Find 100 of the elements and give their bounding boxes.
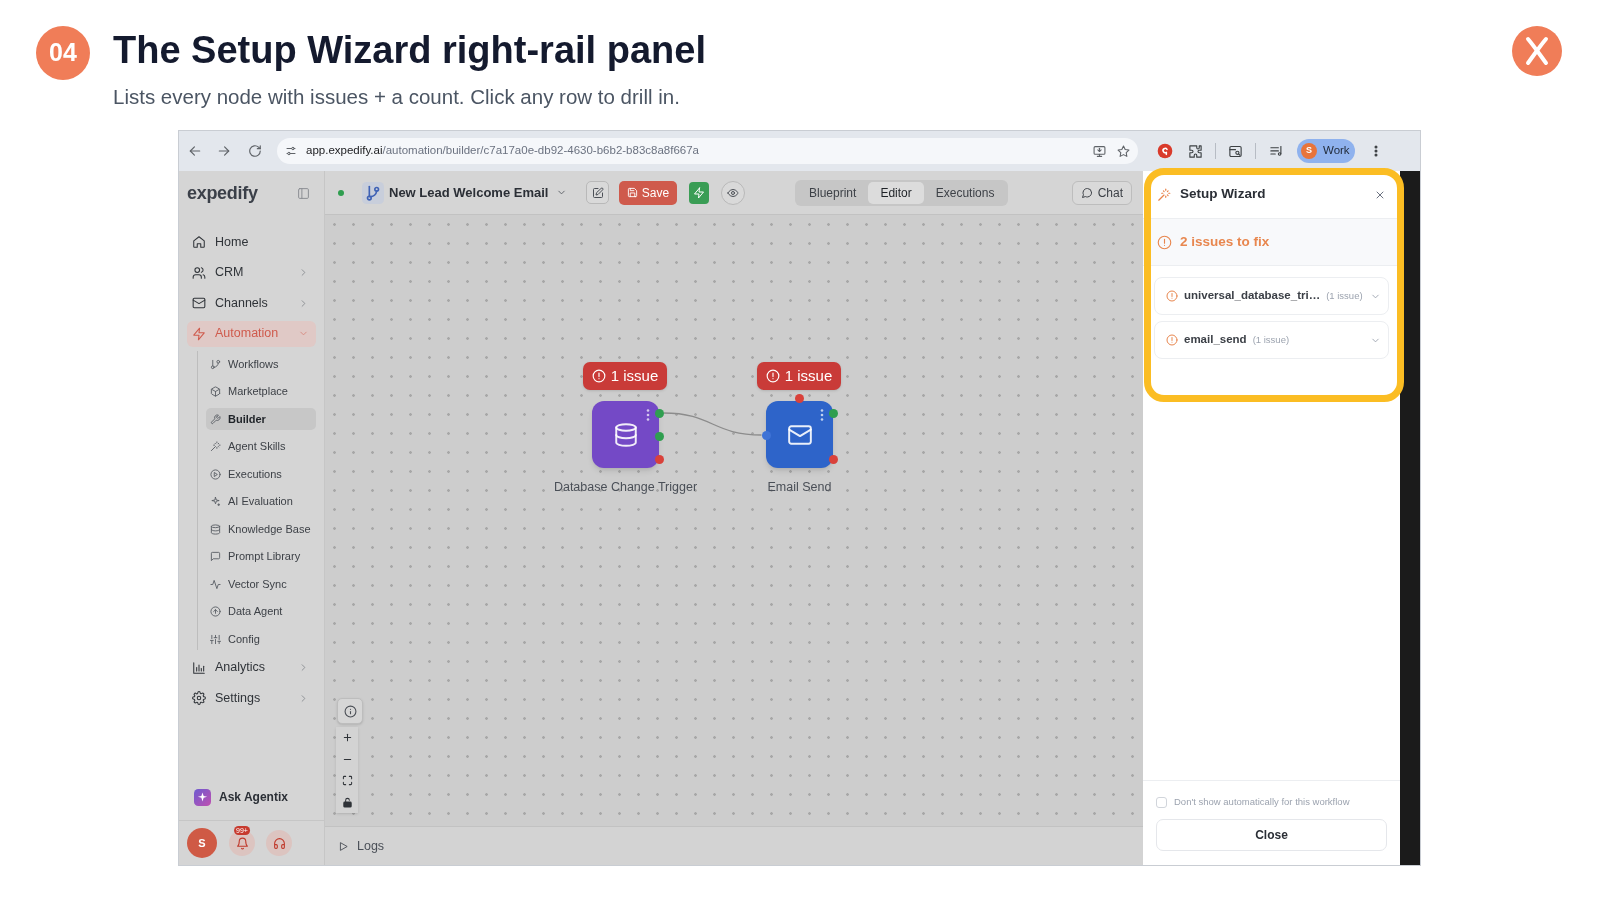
sidebar-subitem[interactable]: Agent Skills — [206, 435, 316, 458]
alert-circle-icon — [1157, 234, 1172, 250]
edit-button[interactable] — [586, 181, 609, 204]
bell-icon — [235, 836, 249, 850]
database-icon — [210, 523, 221, 535]
puzzle-icon[interactable] — [1188, 143, 1203, 159]
profile-button[interactable]: S Work — [1297, 139, 1355, 163]
media-queue-icon[interactable] — [1269, 143, 1284, 159]
lightning-icon — [192, 326, 206, 341]
step-number: 04 — [36, 26, 90, 80]
mail-icon — [192, 296, 206, 310]
issue-count: 1 issue — [610, 365, 659, 386]
branch-icon — [210, 358, 221, 370]
sidebar-subitem[interactable]: Knowledge Base — [206, 518, 316, 540]
node-name: universal_database_tri… — [1184, 288, 1321, 304]
sidebar-item[interactable]: Settings — [187, 685, 316, 711]
workflow-node[interactable] — [766, 401, 833, 468]
info-icon — [343, 704, 357, 718]
support-button[interactable] — [266, 830, 292, 856]
view-tab[interactable]: Editor — [868, 181, 924, 204]
issue-count: (1 issue) — [1252, 332, 1290, 347]
logs-toggle[interactable]: Logs — [338, 836, 385, 856]
home-icon — [192, 235, 206, 249]
close-button[interactable]: Close — [1156, 819, 1387, 851]
sidebar-item[interactable]: Home — [187, 229, 316, 255]
issue-row[interactable]: email_send (1 issue) — [1154, 321, 1389, 359]
alert-circle-icon — [591, 369, 606, 383]
sidebar-toggle-icon[interactable] — [297, 186, 310, 200]
assistant-button[interactable]: Ask Agentix — [187, 781, 316, 813]
view-tab[interactable]: Blueprint — [797, 181, 869, 204]
save-button[interactable]: Save — [619, 180, 677, 205]
sidebar-item[interactable]: Analytics — [187, 654, 316, 681]
sparkle-icon — [210, 496, 221, 507]
address-bar[interactable]: app.expedify.ai/automation/builder/c7a17a0e-db92-4630-b6b2-b83c8a8f667a — [277, 138, 1138, 164]
checkbox[interactable] — [1156, 797, 1167, 808]
database-icon — [612, 421, 639, 448]
view-tab[interactable]: Executions — [923, 181, 1007, 204]
plus-icon — [341, 732, 353, 744]
sidebar-subitem[interactable]: Data Agent — [206, 600, 316, 623]
sidebar-subitem[interactable]: Workflows — [206, 353, 316, 375]
profile-avatar: S — [1301, 143, 1317, 159]
pencil-icon — [591, 186, 604, 199]
wand-icon — [210, 441, 221, 452]
node-name: email_send — [1184, 332, 1247, 348]
issue-badge[interactable]: 1 issue — [583, 362, 667, 390]
sidebar-subitem[interactable]: Executions — [206, 463, 316, 485]
slide-title: The Setup Wizard right-rail panel — [113, 28, 706, 73]
wrench-icon — [210, 413, 221, 425]
lock-icon — [341, 796, 353, 808]
workflow-node[interactable] — [592, 401, 659, 468]
play-triangle-icon — [338, 840, 349, 852]
sidebar-subitem[interactable]: Marketplace — [206, 380, 316, 403]
forward-arrow-icon[interactable] — [217, 144, 231, 158]
branch-icon — [362, 181, 384, 204]
logo-icon — [1512, 26, 1562, 76]
chat-button[interactable]: Chat — [1071, 180, 1132, 205]
issue-row[interactable]: universal_database_tri… (1 issue) — [1154, 277, 1389, 315]
install-icon[interactable] — [1093, 144, 1106, 158]
sliders-icon — [210, 633, 221, 645]
sidebar-subitem[interactable]: AI Evaluation — [206, 490, 316, 513]
lightning-icon — [693, 186, 705, 199]
site-settings-icon[interactable] — [285, 145, 297, 157]
checkbox-label: Don't show automatically for this workflow — [1174, 795, 1350, 810]
eye-icon — [727, 186, 739, 199]
alert-circle-icon — [765, 369, 780, 383]
sidebar-item[interactable]: Channels — [187, 290, 316, 316]
node-label: Email Send — [767, 479, 832, 495]
workflow-selector[interactable]: New Lead Welcome Email — [389, 182, 568, 203]
sidebar-subitem[interactable]: Builder — [206, 408, 316, 430]
chat-bubble-icon — [1080, 186, 1093, 199]
pulse-icon — [210, 578, 221, 590]
star-icon[interactable] — [1117, 144, 1130, 158]
run-button[interactable] — [689, 181, 709, 204]
sparkle-icon — [194, 788, 211, 806]
issue-count: 1 issue — [784, 365, 833, 386]
sidebar-subitem[interactable]: Prompt Library — [206, 545, 316, 568]
issue-summary: 2 issues to fix — [1180, 232, 1270, 251]
alert-circle-icon — [1166, 334, 1178, 346]
fullscreen-icon — [341, 775, 353, 787]
gear-icon — [192, 691, 206, 705]
preview-button[interactable] — [721, 180, 745, 205]
panel-title: Setup Wizard — [1180, 185, 1266, 204]
sidebar-subitem[interactable]: Vector Sync — [206, 573, 316, 595]
info-button[interactable] — [337, 698, 363, 724]
headset-icon — [272, 836, 286, 850]
sidebar-subitem[interactable]: Config — [206, 628, 316, 650]
circle-emblem-icon[interactable] — [1157, 143, 1173, 159]
brand-logo: expedify — [187, 181, 258, 205]
sidebar-item[interactable]: CRM — [187, 259, 316, 286]
issue-count: (1 issue) — [1326, 288, 1363, 303]
issue-badge[interactable]: 1 issue — [757, 362, 841, 390]
back-arrow-icon[interactable] — [188, 144, 202, 158]
play-circle-icon — [210, 468, 221, 480]
kebab-icon[interactable] — [820, 409, 824, 421]
chat-bubble-icon — [210, 551, 221, 562]
user-avatar[interactable]: S — [187, 828, 217, 858]
tab-search-icon[interactable] — [1228, 143, 1243, 159]
bar-chart-icon — [192, 660, 206, 675]
kebab-icon[interactable] — [646, 409, 650, 421]
reload-icon[interactable] — [248, 144, 262, 158]
